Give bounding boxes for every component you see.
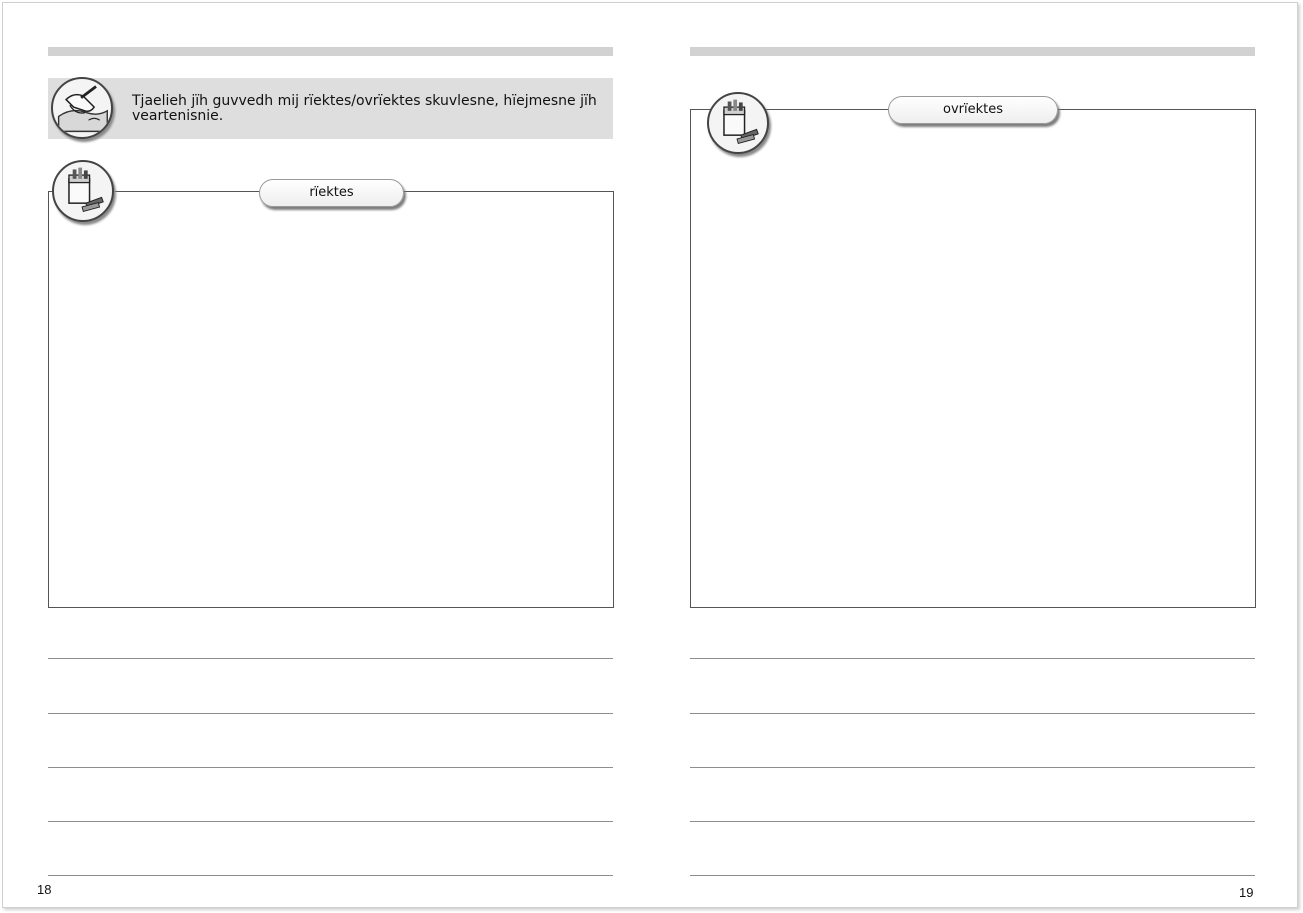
left-header-bar	[48, 47, 613, 56]
right-header-bar	[690, 47, 1255, 56]
writing-line	[48, 875, 613, 876]
crayons-box-icon	[707, 92, 769, 154]
writing-line	[690, 713, 1255, 714]
hand-writing-icon	[51, 77, 113, 139]
instruction-text: Tjaelieh jïh guvvedh mij rïektes/ovrïekt…	[132, 93, 597, 124]
tab-ovriektes: ovrïektes	[888, 96, 1058, 124]
page-number: 19	[1239, 885, 1254, 900]
writing-line	[48, 821, 613, 822]
instruction-box: Tjaelieh jïh guvvedh mij rïektes/ovrïekt…	[48, 77, 613, 139]
crayons-box-icon	[52, 160, 114, 222]
writing-line	[690, 767, 1255, 768]
writing-line	[690, 875, 1255, 876]
writing-line	[48, 658, 613, 659]
writing-line	[690, 658, 1255, 659]
writing-line	[690, 821, 1255, 822]
book-spread: Tjaelieh jïh guvvedh mij rïektes/ovrïekt…	[2, 2, 1298, 908]
writing-line	[48, 713, 613, 714]
page-number: 18	[37, 882, 52, 897]
writing-line	[48, 767, 613, 768]
right-drawing-frame[interactable]	[690, 109, 1256, 608]
left-drawing-frame[interactable]	[48, 191, 614, 608]
tab-riektes: rïektes	[259, 179, 404, 207]
